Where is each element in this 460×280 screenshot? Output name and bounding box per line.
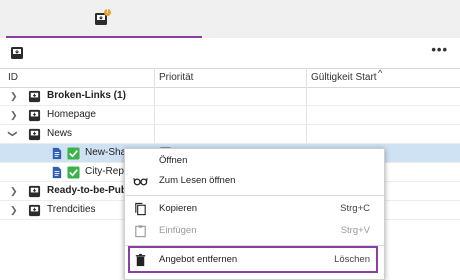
more-options-button[interactable]: •••: [431, 42, 448, 57]
tree-row-label: News: [47, 128, 73, 139]
menu-item-paste[interactable]: Einfügen Strg+V: [125, 221, 384, 241]
folder-box-icon: [28, 90, 41, 103]
tree-row-label: New-Sha: [85, 147, 127, 158]
folder-box-icon: [28, 185, 41, 198]
chevron-down-icon[interactable]: ❯: [8, 130, 18, 138]
notification-badge: !: [104, 9, 111, 16]
tree-row-label: Ready-to-be-Publi: [47, 185, 133, 196]
table-header: ID Priorität Gültigkeit Start ^: [0, 68, 460, 88]
menu-item-label: Zum Lesen öffnen: [159, 175, 236, 186]
toolbar: [0, 38, 460, 68]
column-header-id[interactable]: ID: [8, 69, 18, 87]
menu-item-shortcut: Strg+C: [340, 203, 370, 214]
sort-ascending-icon: ^: [378, 68, 383, 78]
tree-row[interactable]: ❯ News: [0, 125, 460, 144]
menu-separator: [125, 195, 384, 196]
paste-icon: [135, 225, 146, 238]
menu-item-label: Öffnen: [159, 155, 188, 166]
glasses-icon: [133, 178, 148, 186]
menu-item-label: Einfügen: [159, 225, 197, 236]
document-icon: [52, 166, 62, 179]
menu-item-copy[interactable]: Kopieren Strg+C: [125, 199, 384, 219]
tree-row-label: Trendcities: [47, 204, 96, 215]
tree-row-label: City-Repo: [85, 166, 130, 177]
folder-box-icon: [28, 109, 41, 122]
folder-box-icon: [28, 204, 41, 217]
menu-item-shortcut: Strg+V: [340, 225, 370, 236]
tab-bar: [0, 0, 460, 38]
checkmark-icon: [67, 166, 80, 179]
chevron-right-icon[interactable]: ❯: [10, 186, 18, 196]
tree-row[interactable]: ❯ Broken-Links (1): [0, 87, 460, 106]
tree-row-label: Broken-Links (1): [47, 90, 126, 101]
menu-item-label: Kopieren: [159, 203, 198, 214]
column-header-validity-start[interactable]: Gültigkeit Start: [311, 69, 377, 87]
folder-box-icon: [28, 128, 41, 141]
tree-row-label: Homepage: [47, 109, 96, 120]
chevron-right-icon[interactable]: ❯: [10, 205, 18, 215]
context-menu: Öffnen Zum Lesen öffnen Kopieren Strg+C …: [124, 148, 385, 280]
column-header-priority[interactable]: Priorität: [159, 69, 193, 87]
inbox-icon[interactable]: [10, 46, 24, 60]
document-icon: [52, 147, 62, 160]
chevron-right-icon[interactable]: ❯: [10, 91, 18, 101]
copy-icon: [135, 202, 146, 216]
highlight-box: [128, 246, 378, 273]
tree-row[interactable]: ❯ Homepage: [0, 106, 460, 125]
menu-item-open[interactable]: Öffnen: [125, 151, 384, 171]
checkmark-icon: [67, 147, 80, 160]
chevron-right-icon[interactable]: ❯: [10, 110, 18, 120]
menu-item-open-readonly[interactable]: Zum Lesen öffnen: [125, 171, 384, 191]
